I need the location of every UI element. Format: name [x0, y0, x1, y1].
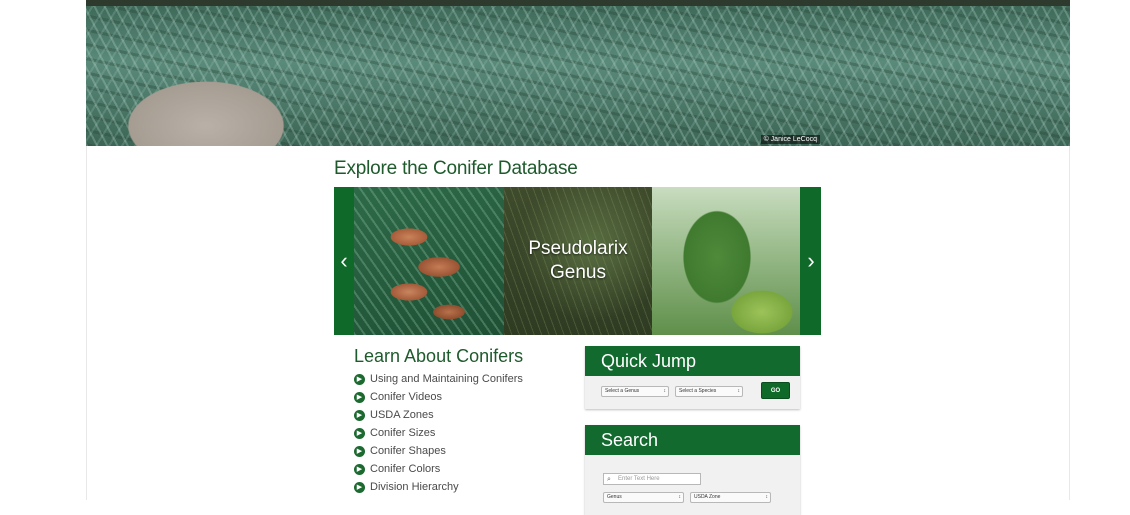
arrow-circle-icon: ▶ — [354, 373, 365, 385]
chevron-right-icon[interactable]: › — [801, 187, 821, 335]
learn-link-shapes[interactable]: ▶ Conifer Shapes — [354, 442, 523, 460]
carousel-slide-featured[interactable]: Pseudolarix Genus — [504, 187, 652, 335]
usda-zone-select[interactable]: USDA Zone — [690, 492, 771, 503]
learn-links-list: ▶ Using and Maintaining Conifers ▶ Conifer… — [354, 370, 523, 496]
arrow-circle-icon: ▶ — [354, 409, 365, 421]
genus-select[interactable]: Select a Genus — [601, 386, 669, 397]
genus-carousel[interactable]: ‹ Pseudolarix Genus › — [334, 187, 821, 335]
arrow-circle-icon: ▶ — [354, 427, 365, 439]
quick-jump-title: Quick Jump — [585, 346, 800, 376]
carousel-slide-shrubs[interactable] — [652, 187, 800, 335]
learn-link-sizes[interactable]: ▶ Conifer Sizes — [354, 424, 523, 442]
arrow-circle-icon: ▶ — [354, 481, 365, 493]
species-select[interactable]: Select a Species — [675, 386, 743, 397]
search-panel: Search ⌕ Enter Text Here Genus USDA Zone — [585, 425, 800, 515]
learn-link-using-maintaining[interactable]: ▶ Using and Maintaining Conifers — [354, 370, 523, 388]
photo-credit: © Janice LeCocq — [760, 135, 820, 144]
search-input[interactable]: ⌕ Enter Text Here — [603, 473, 701, 485]
chevron-left-icon[interactable]: ‹ — [334, 187, 354, 335]
search-title: Search — [585, 425, 800, 455]
go-button[interactable]: GO — [761, 382, 790, 399]
learn-link-usda-zones[interactable]: ▶ USDA Zones — [354, 406, 523, 424]
explore-title: Explore the Conifer Database — [334, 158, 578, 179]
quick-jump-panel: Quick Jump Select a Genus Select a Speci… — [585, 346, 800, 409]
caption-line-genus-name: Pseudolarix — [528, 238, 628, 259]
learn-link-videos[interactable]: ▶ Conifer Videos — [354, 388, 523, 406]
arrow-circle-icon: ▶ — [354, 463, 365, 475]
caption-line-genus: Genus — [550, 262, 606, 283]
search-placeholder: Enter Text Here — [618, 476, 660, 482]
carousel-caption: Pseudolarix Genus — [528, 237, 627, 285]
arrow-circle-icon: ▶ — [354, 391, 365, 403]
hero-banner-image: © Janice LeCocq — [86, 6, 1070, 146]
learn-link-colors[interactable]: ▶ Conifer Colors — [354, 460, 523, 478]
learn-link-division-hierarchy[interactable]: ▶ Division Hierarchy — [354, 478, 523, 496]
carousel-slide-cones[interactable] — [354, 187, 504, 335]
search-icon: ⌕ — [607, 476, 611, 483]
learn-title: Learn About Conifers — [354, 346, 524, 366]
search-genus-select[interactable]: Genus — [603, 492, 684, 503]
arrow-circle-icon: ▶ — [354, 445, 365, 457]
